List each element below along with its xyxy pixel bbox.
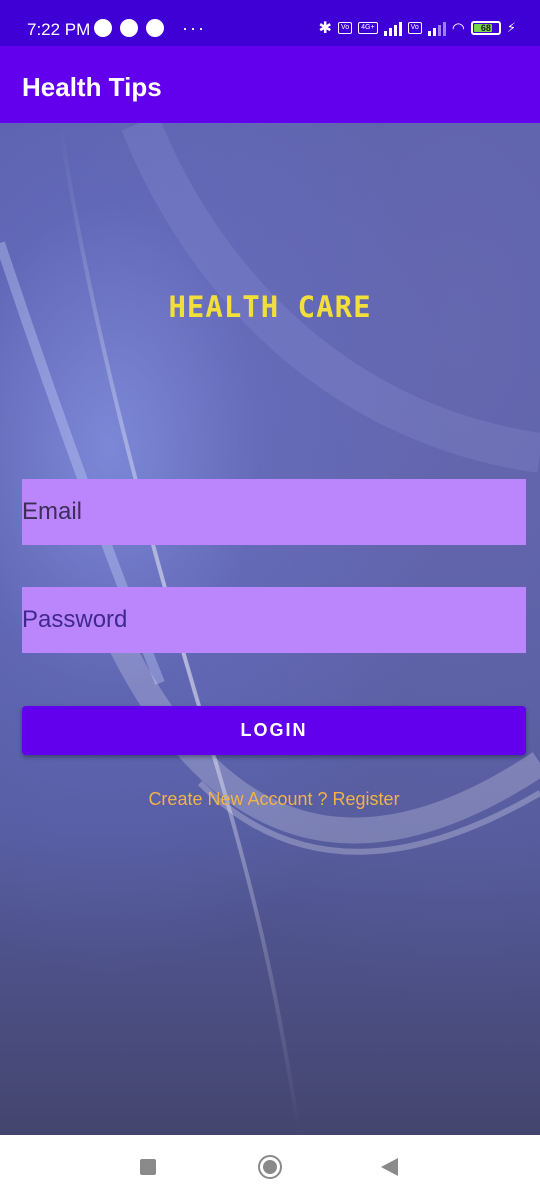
volte-icon: Vo xyxy=(337,22,353,34)
whatsapp-icon xyxy=(94,19,112,37)
more-notifications-icon: ··· xyxy=(182,18,206,38)
bluetooth-icon: ✱ xyxy=(318,20,332,37)
login-content: HEALTH CARE LOGIN Create New Account ? R… xyxy=(0,123,540,1135)
battery-icon: 68 xyxy=(470,21,501,35)
charging-icon: ⚡ xyxy=(506,20,516,35)
system-icons: ✱ Vo 4G+ Vo ◠ 68 ⚡ xyxy=(319,18,516,38)
trophy-icon xyxy=(146,19,164,37)
wifi-icon: ◠ xyxy=(451,20,465,37)
volte-icon-2: Vo xyxy=(407,22,422,34)
app-heading: HEALTH CARE xyxy=(168,290,372,324)
battery-level: 68 xyxy=(480,23,491,33)
app-bar: Health Tips xyxy=(0,46,540,123)
password-input[interactable] xyxy=(22,587,526,653)
navigation-bar xyxy=(0,1135,540,1200)
app-title: Health Tips xyxy=(22,72,162,102)
app-notification-icon xyxy=(120,19,138,37)
home-circle-icon[interactable] xyxy=(258,1155,282,1179)
status-time: 7:22 PM xyxy=(27,20,91,39)
status-bar: 7:22 PM ··· ✱ Vo 4G+ Vo ◠ 68 ⚡ xyxy=(0,0,540,46)
register-link[interactable]: Create New Account ? Register xyxy=(0,789,540,810)
login-button[interactable]: LOGIN xyxy=(22,706,526,755)
back-triangle-icon[interactable] xyxy=(381,1158,398,1176)
signal-strength-icon-2 xyxy=(427,20,446,36)
email-input[interactable] xyxy=(22,479,526,545)
signal-strength-icon xyxy=(383,20,402,36)
recents-square-icon[interactable] xyxy=(140,1159,156,1175)
network-type-icon: 4G+ xyxy=(358,22,378,34)
notification-icons: ··· xyxy=(94,19,206,37)
